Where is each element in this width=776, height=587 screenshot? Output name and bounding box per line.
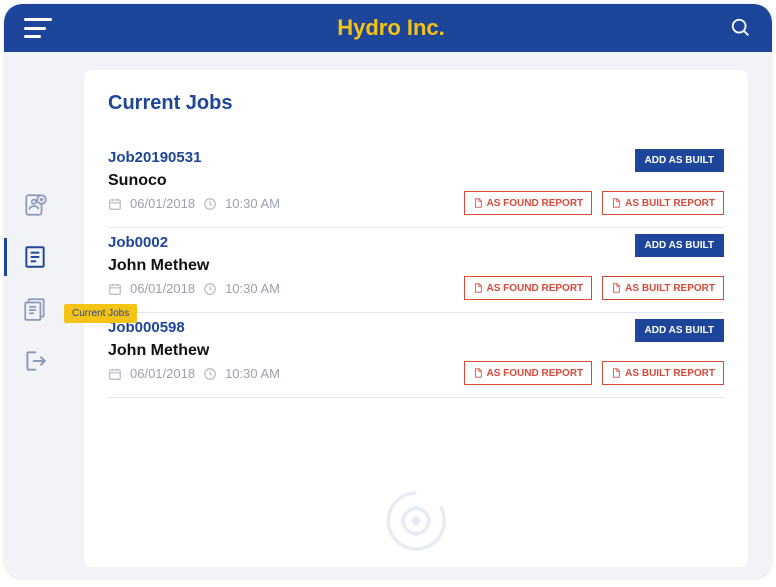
sidebar-tooltip: Current Jobs (64, 304, 137, 323)
job-customer: John Methew (108, 257, 724, 275)
add-as-built-button[interactable]: ADD AS BUILT (635, 149, 724, 172)
search-icon[interactable] (730, 17, 752, 39)
clock-icon (203, 197, 217, 211)
clock-icon (203, 282, 217, 296)
add-as-built-button[interactable]: ADD AS BUILT (635, 319, 724, 342)
pdf-icon (611, 197, 621, 209)
sidebar: Current Jobs (4, 52, 66, 579)
pdf-icon (473, 367, 483, 379)
job-time: 10:30 AM (225, 366, 280, 381)
job-customer: Sunoco (108, 172, 724, 190)
job-item: Job0002 John Methew 06/01/2018 10:30 AM … (108, 228, 724, 313)
as-built-report-button[interactable]: AS BUILT REPORT (602, 361, 724, 385)
job-customer: John Methew (108, 342, 724, 360)
as-built-report-button[interactable]: AS BUILT REPORT (602, 276, 724, 300)
nav-current-jobs-icon[interactable] (22, 244, 48, 270)
current-jobs-card: Current Jobs Job20190531 Sunoco 06/01/20… (84, 70, 748, 567)
menu-icon[interactable] (24, 18, 52, 38)
as-found-report-button[interactable]: AS FOUND REPORT (464, 191, 593, 215)
pdf-icon (473, 197, 483, 209)
pdf-icon (611, 282, 621, 294)
page-title: Current Jobs (108, 92, 724, 115)
topbar: Hydro Inc. (4, 4, 772, 52)
job-item: Job20190531 Sunoco 06/01/2018 10:30 AM A… (108, 143, 724, 228)
job-date: 06/01/2018 (130, 281, 195, 296)
clock-icon (203, 367, 217, 381)
as-found-report-button[interactable]: AS FOUND REPORT (464, 276, 593, 300)
calendar-icon (108, 197, 122, 211)
job-date: 06/01/2018 (130, 196, 195, 211)
pdf-icon (611, 367, 621, 379)
watermark-logo-icon (381, 486, 451, 561)
job-id[interactable]: Job000598 (108, 319, 724, 336)
nav-logout-icon[interactable] (22, 348, 48, 374)
job-item: Job000598 John Methew 06/01/2018 10:30 A… (108, 313, 724, 398)
job-time: 10:30 AM (225, 281, 280, 296)
job-id[interactable]: Job20190531 (108, 149, 724, 166)
as-built-report-button[interactable]: AS BUILT REPORT (602, 191, 724, 215)
brand-title: Hydro Inc. (337, 15, 445, 41)
add-as-built-button[interactable]: ADD AS BUILT (635, 234, 724, 257)
job-date: 06/01/2018 (130, 366, 195, 381)
calendar-icon (108, 282, 122, 296)
as-found-report-button[interactable]: AS FOUND REPORT (464, 361, 593, 385)
pdf-icon (473, 282, 483, 294)
nav-reports-icon[interactable] (22, 296, 48, 322)
job-time: 10:30 AM (225, 196, 280, 211)
calendar-icon (108, 367, 122, 381)
job-id[interactable]: Job0002 (108, 234, 724, 251)
nav-new-job-icon[interactable] (22, 192, 48, 218)
